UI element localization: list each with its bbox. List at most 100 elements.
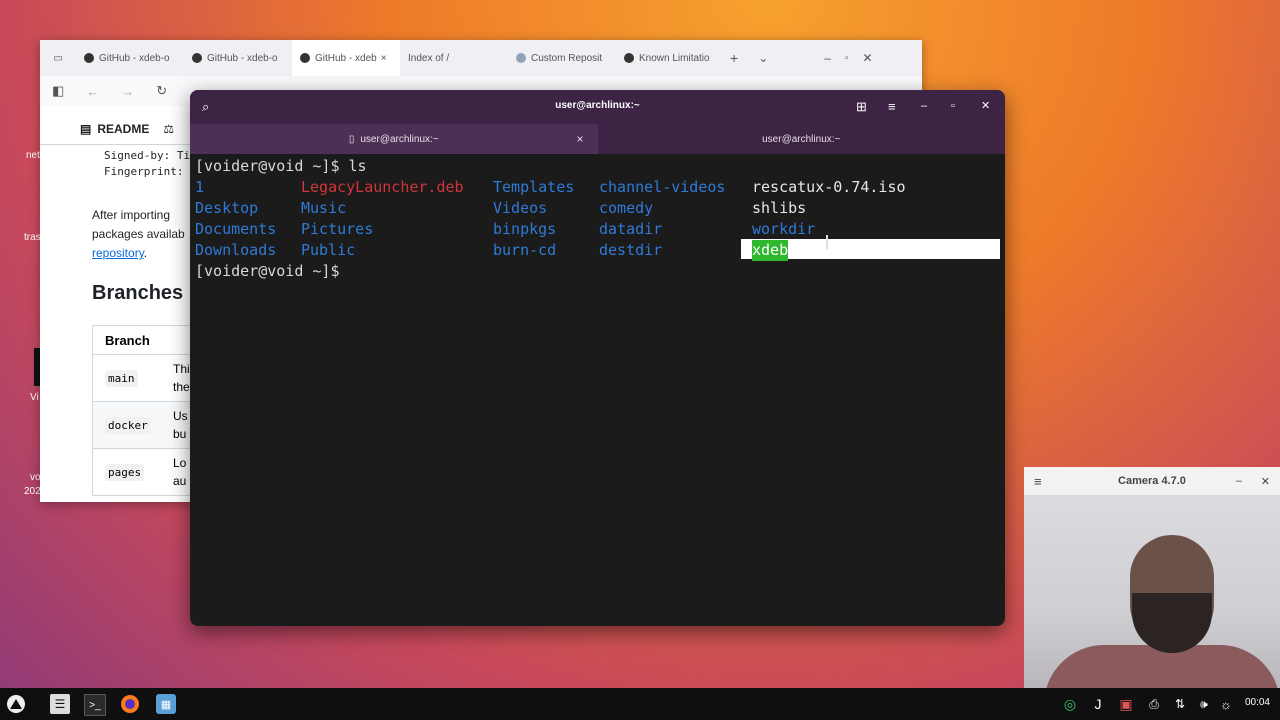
camera-window: ≡ Camera 4.7.0 – ✕ bbox=[1024, 467, 1280, 688]
tab-label: user@archlinux:~ bbox=[762, 133, 841, 145]
app-launcher-icon[interactable] bbox=[6, 694, 26, 714]
sidebar-icon[interactable]: ◧ bbox=[52, 83, 64, 99]
screen-record-icon[interactable]: ▣ bbox=[1116, 694, 1136, 714]
browser-tabstrip: ▭ GitHub - xdeb-o GitHub - xdeb-o GitHub… bbox=[40, 40, 922, 76]
printer-icon[interactable]: ⎙ bbox=[1144, 694, 1164, 714]
close-icon[interactable]: ✕ bbox=[981, 100, 990, 113]
window-title: Camera 4.7.0 bbox=[1118, 475, 1186, 487]
branch-name: docker bbox=[105, 416, 151, 434]
tab-label: GitHub - xdeb bbox=[315, 52, 377, 64]
browser-tab-active[interactable]: GitHub - xdeb × bbox=[292, 40, 400, 76]
github-icon bbox=[624, 53, 634, 63]
mouse-cursor-icon bbox=[826, 235, 828, 249]
browser-tab[interactable]: Custom Reposit bbox=[508, 40, 616, 76]
new-tab-button[interactable]: + bbox=[730, 50, 738, 66]
back-icon[interactable]: ← bbox=[86, 84, 99, 99]
desktop-icon-label[interactable]: tras bbox=[24, 232, 41, 243]
branch-desc: Us bbox=[173, 409, 188, 423]
close-tab-icon[interactable]: × bbox=[576, 132, 583, 146]
ls-entry: Music bbox=[301, 199, 347, 217]
tab-label: GitHub - xdeb-o bbox=[207, 52, 278, 64]
command-prompt: [voider@void ~]$ bbox=[195, 262, 340, 280]
minimize-icon[interactable]: – bbox=[1236, 475, 1242, 487]
branch-desc: bu bbox=[173, 427, 187, 441]
desktop-icon-label[interactable]: 202 bbox=[24, 486, 41, 497]
book-icon: ▤ bbox=[80, 122, 92, 136]
maximize-icon[interactable]: ▫ bbox=[951, 100, 955, 113]
paragraph-line: packages availab bbox=[92, 227, 185, 241]
ls-entry: 1 bbox=[195, 178, 205, 196]
close-tab-icon[interactable]: × bbox=[381, 53, 387, 64]
terminal-headerbar: ⌕ user@archlinux:~ ⊞ ≡ – ▫ ✕ bbox=[190, 90, 1005, 124]
desktop-icon-label[interactable]: net bbox=[26, 150, 40, 161]
tab-overview-icon[interactable]: ▭ bbox=[40, 53, 76, 64]
branches-table: Branch main Thi the docker Us bu pages Lo a… bbox=[92, 325, 203, 496]
tab-label: Index of / bbox=[408, 52, 450, 64]
branch-desc: au bbox=[173, 474, 187, 488]
sync-icon[interactable]: ◎ bbox=[1060, 694, 1080, 714]
code-block: Signed-by: Ti Fingerprint: bbox=[104, 148, 190, 180]
clock[interactable]: 00:04 bbox=[1245, 697, 1270, 708]
reload-icon[interactable]: ↻ bbox=[156, 83, 167, 99]
close-icon[interactable]: ✕ bbox=[1261, 475, 1270, 488]
minimize-icon[interactable]: – bbox=[921, 100, 927, 113]
desktop-icon-label[interactable]: vo bbox=[30, 472, 41, 483]
desktop-icon-label[interactable]: Vi bbox=[30, 392, 39, 403]
ls-entry: Templates bbox=[493, 178, 575, 196]
command-line: [voider@void ~]$ ls bbox=[195, 157, 367, 175]
person-shape bbox=[1132, 593, 1212, 653]
menu-icon[interactable]: ≡ bbox=[1034, 474, 1042, 489]
terminal-icon[interactable]: >_ bbox=[84, 694, 106, 716]
ls-entry: Desktop bbox=[195, 199, 259, 217]
new-tab-icon[interactable]: ⊞ bbox=[856, 100, 867, 113]
browser-tab[interactable]: Known Limitatio bbox=[616, 40, 724, 76]
branch-desc: the bbox=[173, 380, 190, 394]
table-header: Branch bbox=[93, 326, 203, 354]
ls-entry: burn-cd bbox=[493, 241, 557, 259]
terminal-output[interactable]: [voider@void ~]$ ls 1 Desktop Documents … bbox=[190, 154, 1005, 284]
forward-icon[interactable]: → bbox=[121, 84, 134, 99]
ls-entry: workdir bbox=[752, 220, 816, 238]
terminal-tab-active[interactable]: ▯ user@archlinux:~ × bbox=[190, 124, 598, 154]
page-icon bbox=[516, 53, 526, 63]
ls-entry: comedy bbox=[599, 199, 654, 217]
ls-entry: datadir bbox=[599, 220, 663, 238]
indicator-icon[interactable]: J bbox=[1088, 694, 1108, 714]
file-manager-icon[interactable]: ▦ bbox=[156, 694, 176, 714]
branch-desc: Thi bbox=[173, 362, 190, 376]
browser-tab[interactable]: GitHub - xdeb-o bbox=[76, 40, 184, 76]
tab-label: GitHub - xdeb-o bbox=[99, 52, 170, 64]
ls-entry: Documents bbox=[195, 220, 277, 238]
tab-label: user@archlinux:~ bbox=[360, 133, 439, 145]
close-icon[interactable]: ✕ bbox=[862, 51, 872, 65]
menu-icon[interactable]: ≡ bbox=[888, 100, 896, 113]
taskbar: ☰ >_ ▦ ◎ J ▣ ⎙ ⇅ 🕪 ☼ 00:04 bbox=[0, 688, 1280, 720]
branch-name: pages bbox=[105, 463, 145, 481]
window-title: user@archlinux:~ bbox=[555, 100, 640, 111]
code-line: Signed-by: Ti bbox=[104, 149, 191, 162]
maximize-icon[interactable]: ▫ bbox=[845, 53, 849, 64]
ls-entry: shlibs bbox=[752, 199, 807, 217]
firefox-icon[interactable] bbox=[120, 694, 140, 714]
text-editor-icon[interactable]: ☰ bbox=[50, 694, 70, 714]
repository-link[interactable]: repository bbox=[92, 246, 144, 260]
readme-label: README bbox=[97, 122, 150, 136]
minimize-icon[interactable]: – bbox=[824, 51, 831, 65]
browser-tab[interactable]: GitHub - xdeb-o bbox=[184, 40, 292, 76]
list-tabs-button[interactable]: ⌄ bbox=[758, 51, 768, 65]
volume-icon[interactable]: 🕪 bbox=[1194, 694, 1214, 714]
terminal-tab[interactable]: user@archlinux:~ bbox=[598, 124, 1006, 154]
ls-entry-selected: xdeb bbox=[752, 240, 789, 261]
network-icon[interactable]: ⇅ bbox=[1170, 694, 1190, 714]
terminal-tab-icon: ▯ bbox=[348, 133, 355, 145]
brightness-icon[interactable]: ☼ bbox=[1216, 694, 1236, 714]
ls-entry: channel-videos bbox=[599, 178, 726, 196]
paragraph-line: After importing bbox=[92, 208, 171, 222]
code-line: Fingerprint: bbox=[104, 165, 184, 178]
ls-entry: destdir bbox=[599, 241, 663, 259]
readme-paragraph: After importing packages availab reposit… bbox=[92, 208, 185, 260]
ls-entry: binpkgs bbox=[493, 220, 557, 238]
scale-icon: ⚖ bbox=[163, 122, 175, 136]
browser-tab[interactable]: Index of / bbox=[400, 40, 508, 76]
ls-entry: rescatux-0.74.iso bbox=[752, 178, 906, 196]
